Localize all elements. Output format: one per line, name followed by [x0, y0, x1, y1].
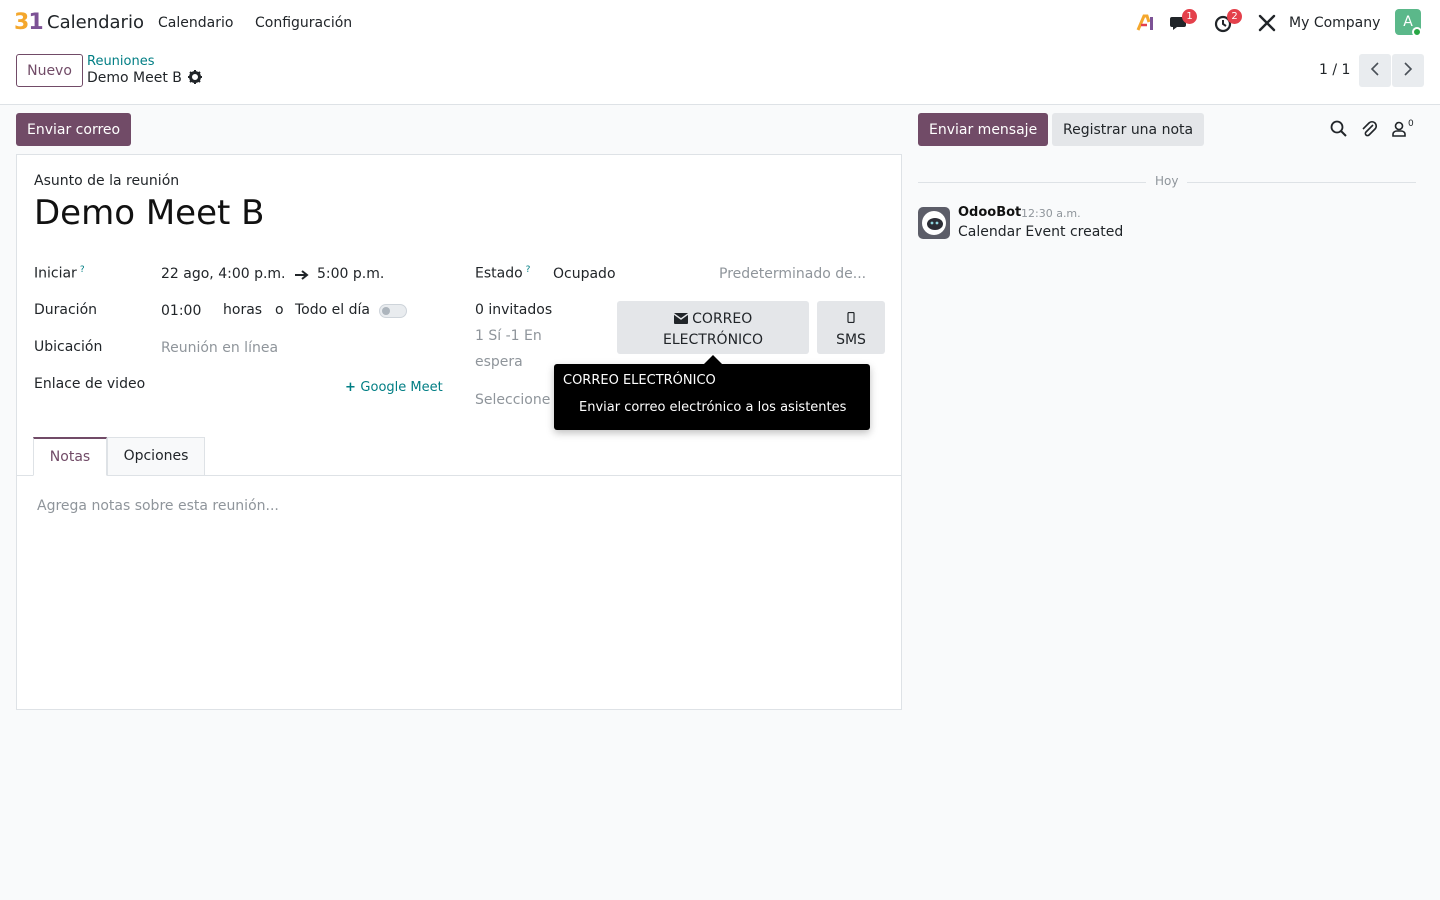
menu-configuracion[interactable]: Configuración: [255, 15, 352, 31]
subject-label: Asunto de la reunión: [34, 173, 180, 189]
date-separator-line-right: [1187, 182, 1416, 183]
envelope-icon: [673, 313, 689, 324]
allday-toggle[interactable]: [379, 304, 407, 318]
status-label: Estado?: [475, 265, 531, 282]
send-email-button[interactable]: Enviar correo: [16, 113, 132, 146]
top-navbar: 31 Calendario Calendario Configuración 1…: [0, 0, 1440, 46]
send-message-button[interactable]: Enviar mensaje: [918, 113, 1049, 146]
tab-notes[interactable]: Notas: [33, 437, 107, 476]
start-label: Iniciar?: [34, 265, 85, 282]
location-label: Ubicación: [34, 339, 103, 355]
message-time: 12:30 a.m.: [1021, 207, 1081, 220]
gear-icon[interactable]: [187, 69, 203, 85]
app-name[interactable]: Calendario: [47, 12, 144, 33]
paperclip-icon[interactable]: [1359, 119, 1379, 139]
duration-field[interactable]: 01:00: [161, 303, 201, 319]
control-panel: Nuevo Reuniones Demo Meet B 1 / 1: [0, 46, 1440, 105]
hours-label: horas: [223, 302, 263, 318]
or-label: o: [275, 302, 284, 318]
tooltip-body: Enviar correo electrónico a los asistent…: [579, 400, 847, 415]
start-date-field[interactable]: 22 ago, 4:00 p.m.: [161, 266, 286, 282]
plus-icon: +: [345, 380, 361, 395]
email-attendees-button[interactable]: CORREO ELECTRÓNICO: [617, 301, 809, 354]
location-input[interactable]: Reunión en línea: [161, 340, 278, 356]
breadcrumb-parent[interactable]: Reuniones: [87, 54, 155, 69]
company-switcher[interactable]: My Company: [1289, 15, 1380, 31]
odoobot-avatar[interactable]: [918, 207, 950, 239]
log-note-button[interactable]: Registrar una nota: [1052, 113, 1205, 146]
chevron-right-icon: [1404, 62, 1413, 76]
attendees-select-input[interactable]: Seleccione: [475, 392, 550, 408]
notes-editor[interactable]: Agrega notas sobre esta reunión...: [37, 498, 279, 514]
calendar-app-icon[interactable]: 31: [14, 10, 44, 35]
privacy-field[interactable]: Predeterminado de...: [719, 266, 866, 282]
video-link-label: Enlace de video: [34, 376, 146, 392]
date-separator-line-left: [918, 182, 1146, 183]
meeting-title[interactable]: Demo Meet B: [34, 193, 264, 233]
google-meet-button[interactable]: + Google Meet: [345, 380, 443, 395]
duration-label: Duración: [34, 302, 98, 318]
attendees-summary-line1: 1 Sí -1 En: [475, 328, 542, 344]
menu-calendario[interactable]: Calendario: [158, 15, 233, 31]
pager-next-button[interactable]: [1392, 54, 1424, 87]
email-tooltip: CORREO ELECTRÓNICO Enviar correo electró…: [554, 364, 870, 430]
message-author[interactable]: OdooBot: [958, 205, 1021, 220]
mobile-phone-icon: [847, 311, 855, 324]
sms-attendees-button[interactable]: SMS: [817, 301, 885, 354]
form-sheet: Asunto de la reunión Demo Meet B Iniciar…: [16, 154, 902, 710]
followers-count: 0: [1408, 119, 1414, 129]
tooltip-arrow: [704, 355, 722, 364]
status-field[interactable]: Ocupado: [553, 266, 616, 282]
end-time-field[interactable]: 5:00 p.m.: [317, 266, 384, 282]
allday-label: Todo el día: [295, 302, 370, 318]
chevron-left-icon: [1370, 62, 1379, 76]
activity-badge: 2: [1227, 9, 1242, 24]
pager-previous-button[interactable]: [1359, 54, 1391, 87]
attendees-summary-line2: espera: [475, 354, 523, 370]
pager-value[interactable]: 1 / 1: [1319, 62, 1350, 78]
search-icon[interactable]: [1329, 119, 1349, 139]
breadcrumb-current: Demo Meet B: [87, 70, 182, 86]
tooltip-title: CORREO ELECTRÓNICO: [563, 373, 716, 388]
message-body: Calendar Event created: [958, 224, 1124, 240]
new-button[interactable]: Nuevo: [16, 54, 83, 87]
date-separator: Hoy: [1155, 174, 1179, 188]
ai-icon[interactable]: [1135, 12, 1157, 34]
arrow-right-icon: [295, 270, 309, 280]
tab-options[interactable]: Opciones: [107, 437, 205, 476]
user-status-dot: [1412, 27, 1422, 37]
chat-badge: 1: [1182, 9, 1197, 24]
debug-tools-icon[interactable]: [1256, 12, 1278, 34]
followers-icon[interactable]: [1390, 119, 1410, 139]
robot-icon: [922, 211, 946, 235]
attendees-count: 0 invitados: [475, 302, 553, 318]
